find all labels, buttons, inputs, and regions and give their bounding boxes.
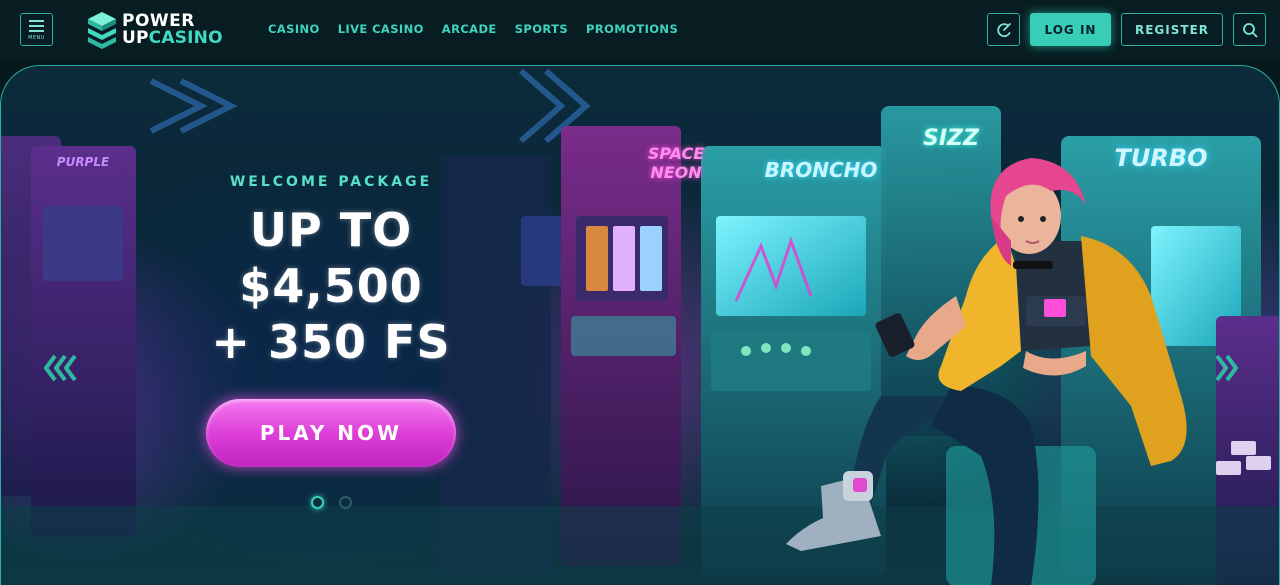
nav-arcade[interactable]: ARCADE xyxy=(442,22,497,36)
chevron-left-icon xyxy=(44,354,77,382)
marquee-turbo: TURBO xyxy=(1114,144,1208,172)
carousel-dot-2[interactable] xyxy=(339,496,352,509)
svg-text:PURPLE: PURPLE xyxy=(57,155,110,169)
menu-button[interactable]: MENU xyxy=(20,13,53,46)
carousel-dot-1[interactable] xyxy=(311,496,324,509)
nav-sports[interactable]: SPORTS xyxy=(515,22,568,36)
logo-text-up: UP xyxy=(122,28,149,48)
nav-live-casino[interactable]: LIVE CASINO xyxy=(338,22,424,36)
marquee-sizz: SIZZ xyxy=(923,126,979,151)
search-icon xyxy=(1242,22,1257,37)
promo-kicker: WELCOME PACKAGE xyxy=(229,174,433,190)
nav-casino[interactable]: CASINO xyxy=(268,22,320,36)
promo-title-line2: $4,500 xyxy=(239,259,423,313)
prev-slide-button[interactable] xyxy=(41,353,81,383)
search-button[interactable] xyxy=(1233,13,1266,46)
register-button[interactable]: REGISTER xyxy=(1121,13,1223,46)
main-nav: CASINO LIVE CASINO ARCADE SPORTS PROMOTI… xyxy=(268,22,696,36)
top-bar: MENU POWER UPCASINO CASINO LIVE CASINO A… xyxy=(0,0,1280,60)
login-button[interactable]: LOG IN xyxy=(1030,13,1111,46)
promo-title-line1: UP TO xyxy=(249,203,413,257)
play-now-button[interactable]: PLAY NOW xyxy=(206,399,456,467)
logo[interactable]: POWER UPCASINO xyxy=(86,9,236,51)
hero-banner: PURPLE SPACE NEON BRONCHO SIZZ TURBO WEL… xyxy=(0,65,1280,585)
marquee-broncho: BRONCHO xyxy=(764,158,878,182)
nav-promotions[interactable]: PROMOTIONS xyxy=(586,22,678,36)
payment-button[interactable] xyxy=(987,13,1020,46)
chevron-right-icon xyxy=(1215,354,1238,382)
marquee-space-neon: SPACE NEON xyxy=(647,144,705,182)
next-slide-button[interactable] xyxy=(1209,353,1249,383)
logo-text-casino: CASINO xyxy=(148,28,223,48)
promo-block: WELCOME PACKAGE UP TO $4,500 + 350 FS xyxy=(171,174,491,370)
promo-title-line3: + 350 FS xyxy=(211,315,451,369)
menu-label: MENU xyxy=(28,35,45,41)
payment-icon xyxy=(996,22,1011,37)
promo-title: UP TO $4,500 + 350 FS xyxy=(171,202,491,370)
menu-icon xyxy=(29,19,44,22)
logo-icon xyxy=(86,10,118,50)
